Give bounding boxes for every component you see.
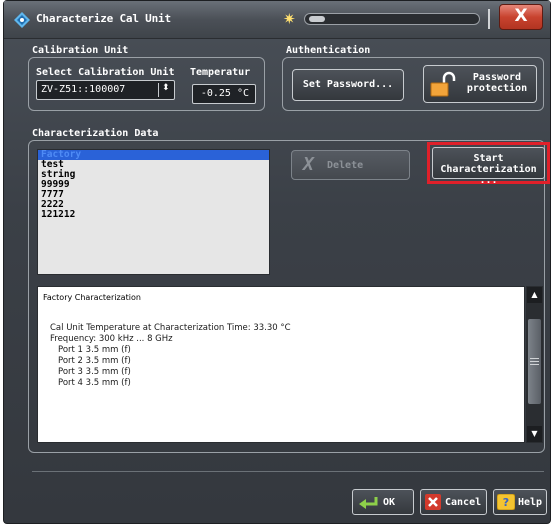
help-button[interactable]: ? Help	[493, 489, 547, 515]
details-line: Port 2 3.5 mm (f)	[58, 356, 131, 366]
start-characterization-button[interactable]: Start Characterization ...	[432, 147, 545, 186]
details-line: Port 4 3.5 mm (f)	[58, 378, 131, 388]
select-cal-unit-label: Select Calibration Unit	[36, 67, 175, 78]
cancel-label: Cancel	[445, 497, 482, 508]
characterization-list[interactable]: Factory test string 99999 7777 2222 1212…	[37, 149, 270, 275]
combo-divider	[158, 83, 159, 97]
list-item[interactable]: 7777	[38, 190, 269, 200]
cal-unit-value: ZV-Z51::100007	[41, 84, 126, 95]
details-line: Cal Unit Temperature at Characterization…	[50, 323, 291, 333]
sun-icon: ✷	[283, 10, 296, 28]
details-title: Factory Characterization	[43, 293, 141, 302]
window-title: Characterize Cal Unit	[36, 12, 171, 25]
details-scrollbar[interactable]: ▲ ▼	[526, 286, 543, 443]
grip-line	[530, 358, 539, 359]
temperature-label: Temperatur	[190, 67, 251, 78]
calibration-unit-group-label: Calibration Unit	[32, 45, 129, 56]
grip-line	[530, 364, 539, 365]
list-item[interactable]: Factory	[38, 150, 269, 160]
list-item[interactable]: string	[38, 170, 269, 180]
list-item[interactable]: 121212	[38, 210, 269, 220]
ok-arrow-icon	[359, 497, 378, 509]
grip-line	[530, 361, 539, 362]
start-label-2: Characterization ...	[440, 164, 537, 186]
footer-divider	[32, 471, 544, 472]
cancel-button[interactable]: Cancel	[420, 489, 487, 515]
details-line: Port 1 3.5 mm (f)	[58, 345, 131, 355]
close-button[interactable]: X	[499, 4, 543, 30]
cal-unit-select[interactable]: ZV-Z51::100007 ⬍	[36, 80, 175, 100]
set-password-label: Set Password...	[302, 79, 394, 90]
slider-thumb[interactable]	[309, 16, 325, 22]
scroll-up-icon[interactable]: ▲	[527, 287, 542, 303]
delete-label: Delete	[327, 160, 364, 171]
characterization-group-label: Characterization Data	[32, 128, 159, 139]
password-protection-label-2: protection	[466, 83, 528, 94]
characterization-details: Factory Characterization Cal Unit Temper…	[37, 286, 525, 443]
password-protection-button[interactable]: Password protection	[423, 65, 537, 103]
authentication-group-label: Authentication	[286, 45, 371, 56]
app-icon	[14, 12, 30, 28]
details-line: Frequency: 300 kHz ... 8 GHz	[50, 334, 173, 344]
help-icon: ?	[497, 494, 515, 510]
scroll-down-icon[interactable]: ▼	[527, 426, 542, 442]
ok-label: OK	[383, 497, 396, 508]
title-bar[interactable]: Characterize Cal Unit ✷ X	[4, 1, 550, 39]
svg-text:?: ?	[503, 496, 509, 509]
delete-button[interactable]: X Delete	[291, 150, 410, 180]
help-label: Help	[518, 497, 543, 508]
close-icon: X	[514, 6, 528, 26]
details-line: Port 3 3.5 mm (f)	[58, 367, 131, 377]
transparency-slider[interactable]	[304, 13, 480, 25]
cancel-x-icon	[425, 494, 441, 510]
ok-button[interactable]: OK	[352, 489, 414, 515]
unlocked-padlock-icon	[430, 71, 456, 97]
temperature-field: -0.25 °C	[192, 84, 256, 104]
characterize-cal-unit-dialog: Characterize Cal Unit ✷ X Calibration Un…	[3, 0, 551, 524]
title-divider	[488, 9, 490, 29]
password-protection-label-1: Password	[472, 72, 522, 83]
set-password-button[interactable]: Set Password...	[292, 69, 404, 101]
list-item[interactable]: 99999	[38, 180, 269, 190]
spin-arrows-icon[interactable]: ⬍	[162, 83, 170, 93]
start-label-1: Start	[473, 153, 504, 164]
delete-x-icon: X	[303, 154, 314, 175]
scroll-thumb[interactable]	[528, 319, 541, 404]
